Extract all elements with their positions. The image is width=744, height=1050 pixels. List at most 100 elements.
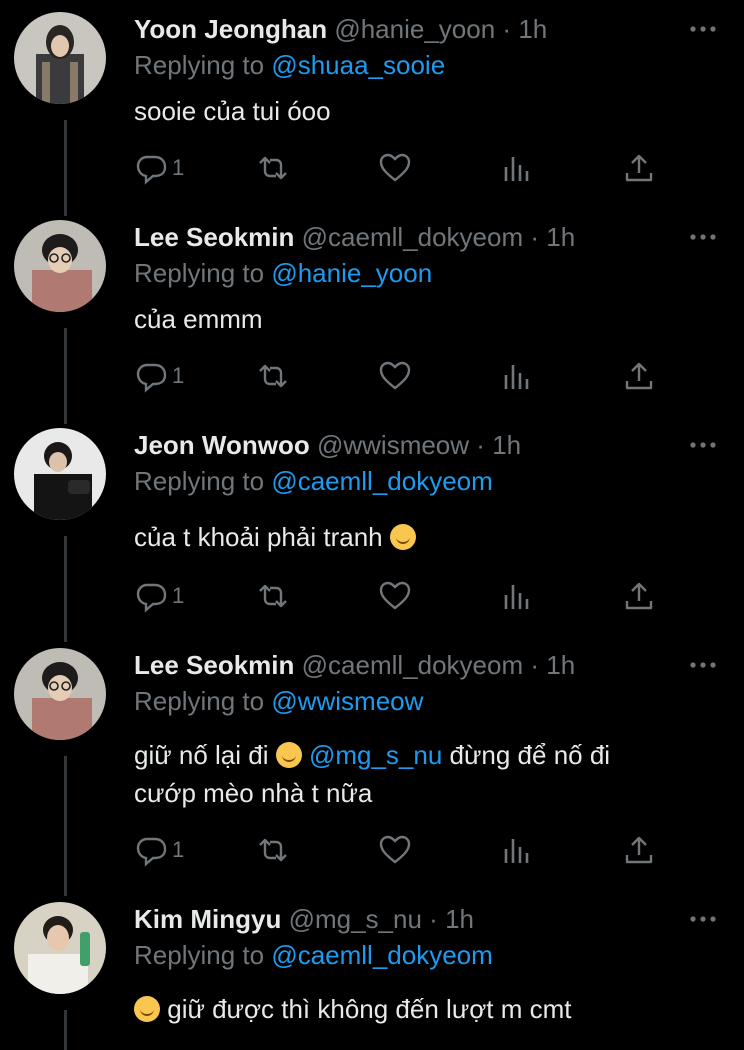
tweet[interactable]: Lee Seokmin @caemll_dokyeom · 1h Replyin… [0,220,744,420]
reply-count: 1 [172,155,185,180]
tweet-header: Lee Seokmin @caemll_dokyeom · 1h [134,648,575,682]
like-button[interactable] [378,576,412,616]
replying-label: Replying to [134,466,265,496]
share-button[interactable] [622,830,656,870]
more-icon[interactable] [688,14,718,44]
replying-label: Replying to [134,50,265,80]
display-name[interactable]: Kim Mingyu [134,904,281,934]
analytics-button[interactable] [500,148,534,188]
avatar[interactable] [14,428,106,520]
separator: · [530,222,540,252]
analytics-button[interactable] [500,576,534,616]
tweet-header: Jeon Wonwoo @wwismeow · 1h [134,428,521,462]
reply-count: 1 [172,363,185,388]
replying-to-link[interactable]: @caemll_dokyeom [271,940,492,970]
retweet-button[interactable] [256,356,290,396]
analytics-icon [504,839,529,863]
separator: · [429,904,438,934]
separator: · [530,650,540,680]
replying-to-link[interactable]: @hanie_yoon [271,258,432,288]
user-handle[interactable]: @caemll_dokyeom [302,650,523,680]
mention-link[interactable]: @mg_s_nu [309,740,442,770]
share-icon [625,582,653,610]
retweet-button[interactable] [256,830,290,870]
tweet-actions: 1 [134,148,664,188]
retweet-button[interactable] [256,576,290,616]
tweet-text-body: của t khoải phải tranh [134,522,383,552]
tweet-text-part: giữ nố lại đi [134,740,269,770]
timestamp[interactable]: 1h [518,14,547,44]
retweet-icon [259,156,287,180]
reply-count: 1 [172,837,185,862]
share-button[interactable] [622,576,656,616]
user-handle[interactable]: @mg_s_nu [289,904,422,934]
analytics-button[interactable] [500,356,534,396]
reply-button[interactable]: 1 [134,148,184,188]
replying-label: Replying to [134,686,265,716]
tweet-header: Kim Mingyu @mg_s_nu · 1h [134,902,474,936]
display-name[interactable]: Jeon Wonwoo [134,430,310,460]
replying-to-link[interactable]: @shuaa_sooie [271,50,445,80]
replying-to: Replying to @caemll_dokyeom [134,938,493,972]
user-handle[interactable]: @caemll_dokyeom [302,222,523,252]
tweet-text: của emmm [134,304,263,334]
share-icon [625,154,653,182]
tweet[interactable]: Kim Mingyu @mg_s_nu · 1h Replying to @ca… [0,902,744,1042]
avatar[interactable] [14,220,106,312]
reply-button[interactable]: 1 [134,830,184,870]
timestamp[interactable]: 1h [546,222,575,252]
reply-icon [136,155,167,185]
retweet-icon [259,364,287,388]
replying-to: Replying to @shuaa_sooie [134,48,445,82]
reply-count: 1 [172,583,185,608]
tweet[interactable]: Lee Seokmin @caemll_dokyeom · 1h Replyin… [0,648,744,888]
more-icon[interactable] [688,904,718,934]
replying-to-link[interactable]: @wwismeow [271,686,423,716]
smile-emoji-icon [275,742,302,768]
tweet-text-part: đừng để nố đi [449,740,611,770]
avatar[interactable] [14,902,106,994]
user-handle[interactable]: @hanie_yoon [334,14,495,44]
replying-to: Replying to @hanie_yoon [134,256,432,290]
like-button[interactable] [378,148,412,188]
reply-button[interactable]: 1 [134,576,184,616]
share-button[interactable] [622,148,656,188]
replying-to: Replying to @caemll_dokyeom [134,464,493,498]
retweet-icon [259,838,287,862]
analytics-button[interactable] [500,830,534,870]
avatar[interactable] [14,12,106,104]
replying-to-link[interactable]: @caemll_dokyeom [271,466,492,496]
tweet-text: giữ được thì không đến lượt m cmt [134,990,714,1028]
smirk-emoji-icon [389,524,416,550]
user-handle[interactable]: @wwismeow [317,430,469,460]
retweet-button[interactable] [256,148,290,188]
share-icon [625,836,653,864]
retweet-icon [259,584,287,608]
display-name[interactable]: Lee Seokmin [134,650,294,680]
like-button[interactable] [378,356,412,396]
like-button[interactable] [378,830,412,870]
reply-button[interactable]: 1 [134,356,184,396]
tweet-text: giữ nố lại đi @mg_s_nu đừng để nố đi cướ… [134,736,714,812]
separator: · [502,14,512,44]
reply-icon [136,583,167,613]
blush-emoji-icon [134,996,160,1022]
timestamp[interactable]: 1h [546,650,575,680]
more-icon[interactable] [688,650,718,680]
more-icon[interactable] [688,430,718,460]
replying-to: Replying to @wwismeow [134,684,423,718]
avatar[interactable] [14,648,106,740]
display-name[interactable]: Yoon Jeonghan [134,14,327,44]
tweet[interactable]: Jeon Wonwoo @wwismeow · 1h Replying to @… [0,428,744,628]
like-icon [379,581,411,610]
tweet-text: của t khoải phải tranh [134,518,714,556]
like-icon [379,835,411,864]
share-button[interactable] [622,356,656,396]
tweet-text: sooie của tui óoo [134,96,331,126]
more-icon[interactable] [688,222,718,252]
timestamp[interactable]: 1h [492,430,521,460]
timestamp[interactable]: 1h [445,904,474,934]
display-name[interactable]: Lee Seokmin [134,222,294,252]
tweet[interactable]: Yoon Jeonghan @hanie_yoon · 1h Replying … [0,12,744,212]
tweet-actions: 1 [134,830,664,870]
